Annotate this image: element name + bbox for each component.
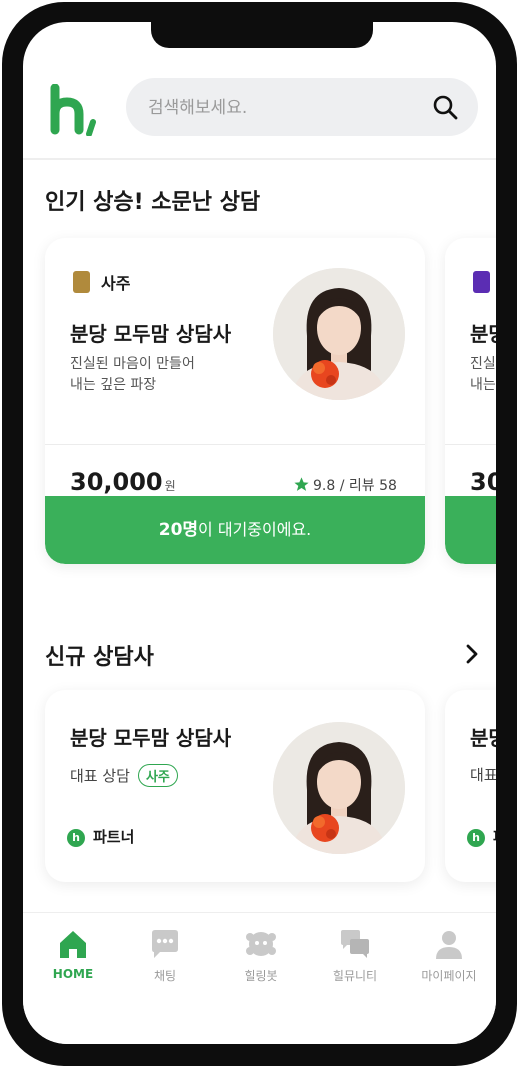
new-counselor-card[interactable]: 분당 모두맘 상담사 대표 상담 사주 h 파트너 (45, 690, 425, 882)
representative-consult: 대표 상담 사주 (70, 764, 178, 787)
nav-label: 힐링봇 (244, 969, 278, 983)
counselor-name: 분당 모두맘 상담사 (70, 726, 232, 750)
nav-my-page[interactable]: 마이페이지 (402, 927, 496, 997)
nav-label: 채팅 (153, 969, 177, 983)
waiting-banner[interactable]: 20명이 대기중이에요. (45, 496, 425, 564)
counselor-desc-line1: 진실된 마음이 만들어 (70, 356, 195, 372)
counselor-photo (273, 722, 405, 854)
bot-icon (246, 932, 276, 956)
popular-section-title: 인기 상승! 소문난 상담 (45, 190, 261, 215)
representative-consult: 대표 (470, 766, 496, 784)
phone-frame: 인기 상승! 소문난 상담 사주 분당 모두맘 상담사 진실된 마음이 만들어 … (2, 2, 517, 1066)
new-counselors-section-title: 신규 상담사 (45, 645, 154, 670)
nav-label: 힐뮤니티 (332, 969, 378, 983)
partner-badge: h파 (467, 826, 496, 847)
app-screen: 인기 상승! 소문난 상담 사주 분당 모두맘 상담사 진실된 마음이 만들어 … (23, 22, 496, 1044)
price-value: 30 (470, 468, 496, 496)
category-tag: 사주 (137, 764, 178, 787)
waiting-count: 20명 (158, 520, 199, 540)
counselor-desc-line1: 진실 (470, 356, 496, 372)
counselor-desc-line2: 내는 깊은 파장 (70, 377, 157, 393)
category-label: 사주 (101, 274, 131, 293)
partner-logo-icon: h (467, 828, 485, 847)
partner-label: 파트너 (93, 828, 135, 846)
chat-icon (152, 930, 178, 958)
bottom-nav: HOME 채팅 힐링봇 힐뮤니티 마이페이지 (23, 912, 496, 1044)
counselor-desc-line2: 내는 (470, 377, 496, 393)
nav-label: HOME (52, 967, 94, 981)
waiting-banner[interactable] (445, 496, 496, 564)
new-counselor-card-peek[interactable]: 분당 대표 h파 (445, 690, 496, 882)
search-icon[interactable] (432, 94, 458, 120)
card-divider (45, 444, 425, 445)
chevron-right-icon[interactable] (463, 642, 481, 666)
header-divider (23, 158, 496, 160)
nav-community[interactable]: 힐뮤니티 (308, 927, 402, 997)
nav-home[interactable]: HOME (26, 927, 120, 997)
waiting-text: 이 대기중이에요. (198, 520, 312, 539)
search-input[interactable] (146, 78, 420, 138)
nav-healing-bot[interactable]: 힐링봇 (214, 927, 308, 997)
counselor-name: 분당 (470, 322, 496, 346)
counselor-photo (273, 268, 405, 400)
partner-label: 파 (493, 828, 496, 846)
person-icon (436, 931, 462, 959)
avatar (273, 722, 405, 854)
book-icon (73, 271, 90, 293)
price-value: 30,000 (70, 468, 163, 496)
popular-counselor-card-peek[interactable]: 분당 진실 내는 30 (445, 238, 496, 564)
nav-label: 마이페이지 (421, 969, 477, 983)
counselor-name: 분당 (470, 726, 496, 750)
book-icon (473, 271, 490, 293)
card-divider (445, 444, 496, 445)
partner-badge: h 파트너 (67, 826, 134, 847)
nav-chat[interactable]: 채팅 (118, 927, 212, 997)
rating: 9.8 / 리뷰 58 (293, 475, 397, 495)
app-logo[interactable] (49, 84, 101, 136)
popular-counselor-card[interactable]: 사주 분당 모두맘 상담사 진실된 마음이 만들어 내는 깊은 파장 30,00… (45, 238, 425, 564)
notch (151, 22, 373, 48)
price: 30 (470, 468, 496, 496)
home-icon (60, 931, 86, 958)
price: 30,000 원 (70, 468, 176, 496)
search-bar[interactable] (126, 78, 478, 138)
partner-logo-icon: h (67, 828, 85, 847)
rating-text: 9.8 / 리뷰 58 (313, 478, 397, 494)
star-icon (294, 477, 309, 491)
counselor-name: 분당 모두맘 상담사 (70, 322, 232, 346)
price-unit: 원 (164, 479, 176, 493)
community-icon (341, 930, 369, 958)
avatar (273, 268, 405, 400)
rep-label: 대표 상담 (70, 767, 130, 785)
